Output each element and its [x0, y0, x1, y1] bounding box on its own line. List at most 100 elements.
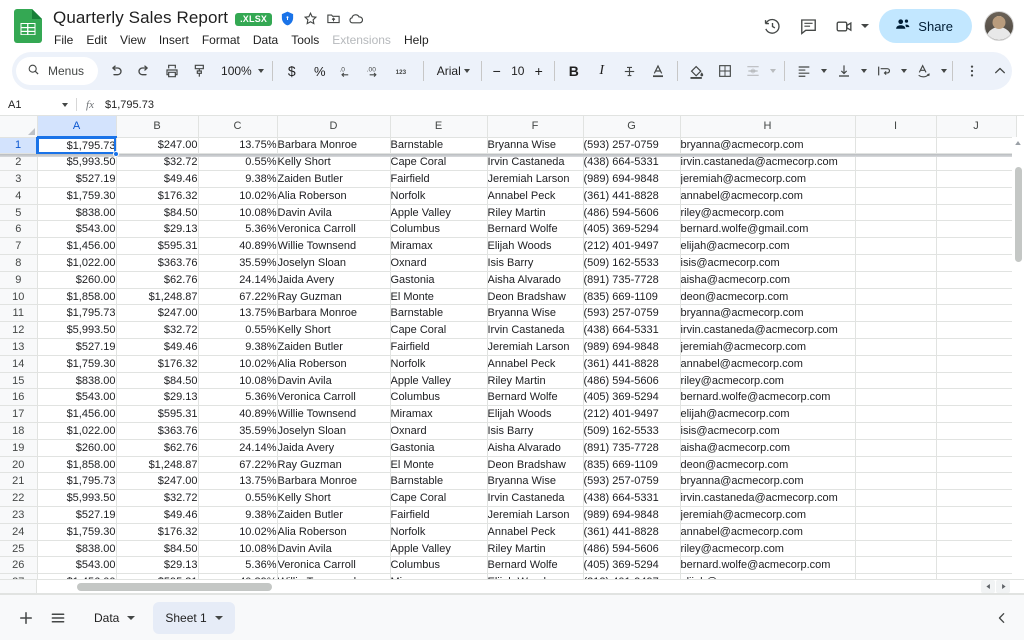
cell-I7[interactable]: [855, 238, 936, 255]
cell-G10[interactable]: (835) 669-1109: [583, 288, 680, 305]
cell-I19[interactable]: [855, 439, 936, 456]
cell-F4[interactable]: Annabel Peck: [487, 187, 583, 204]
cell-D25[interactable]: Davin Avila: [277, 540, 390, 557]
cell-I10[interactable]: [855, 288, 936, 305]
cell-J20[interactable]: [936, 456, 1016, 473]
cell-H15[interactable]: riley@acmecorp.com: [680, 372, 855, 389]
cell-B6[interactable]: $29.13: [116, 221, 198, 238]
cell-H23[interactable]: jeremiah@acmecorp.com: [680, 507, 855, 524]
decrease-decimal-button[interactable]: .0: [334, 57, 362, 85]
cell-D14[interactable]: Alia Roberson: [277, 355, 390, 372]
cell-D13[interactable]: Zaiden Butler: [277, 339, 390, 356]
cell-F9[interactable]: Aisha Alvarado: [487, 271, 583, 288]
scroll-up-arrow[interactable]: [1012, 137, 1024, 149]
cell-E19[interactable]: Gastonia: [390, 439, 487, 456]
cell-B21[interactable]: $247.00: [116, 473, 198, 490]
cell-I17[interactable]: [855, 406, 936, 423]
cell-E1[interactable]: Barnstable: [390, 137, 487, 154]
row-header-10[interactable]: 10: [0, 288, 37, 305]
cell-H20[interactable]: deon@acmecorp.com: [680, 456, 855, 473]
cell-F25[interactable]: Riley Martin: [487, 540, 583, 557]
vertical-scroll-thumb[interactable]: [1015, 167, 1022, 262]
cell-D1[interactable]: Barbara Monroe: [277, 137, 390, 154]
cell-H17[interactable]: elijah@acmecorp.com: [680, 406, 855, 423]
cell-A16[interactable]: $543.00: [37, 389, 116, 406]
row-header-23[interactable]: 23: [0, 507, 37, 524]
cell-H7[interactable]: elijah@acmecorp.com: [680, 238, 855, 255]
cell-F11[interactable]: Bryanna Wise: [487, 305, 583, 322]
cell-C15[interactable]: 10.08%: [198, 372, 277, 389]
cell-G19[interactable]: (891) 735-7728: [583, 439, 680, 456]
cell-G25[interactable]: (486) 594-5606: [583, 540, 680, 557]
share-button[interactable]: Share: [879, 9, 972, 43]
cell-B20[interactable]: $1,248.87: [116, 456, 198, 473]
menu-data[interactable]: Data: [253, 33, 278, 47]
cell-C10[interactable]: 67.22%: [198, 288, 277, 305]
cell-D8[interactable]: Joselyn Sloan: [277, 255, 390, 272]
cell-F24[interactable]: Annabel Peck: [487, 523, 583, 540]
cell-C26[interactable]: 5.36%: [198, 557, 277, 574]
cell-B12[interactable]: $32.72: [116, 322, 198, 339]
cell-B19[interactable]: $62.76: [116, 439, 198, 456]
cell-G16[interactable]: (405) 369-5294: [583, 389, 680, 406]
cell-F14[interactable]: Annabel Peck: [487, 355, 583, 372]
row-header-14[interactable]: 14: [0, 355, 37, 372]
cell-E18[interactable]: Oxnard: [390, 423, 487, 440]
cell-F26[interactable]: Bernard Wolfe: [487, 557, 583, 574]
cell-C11[interactable]: 13.75%: [198, 305, 277, 322]
cell-A26[interactable]: $543.00: [37, 557, 116, 574]
fill-color-icon[interactable]: [683, 57, 711, 85]
cell-D4[interactable]: Alia Roberson: [277, 187, 390, 204]
cell-C23[interactable]: 9.38%: [198, 507, 277, 524]
cell-J8[interactable]: [936, 255, 1016, 272]
cell-A6[interactable]: $543.00: [37, 221, 116, 238]
cell-E26[interactable]: Columbus: [390, 557, 487, 574]
cell-J22[interactable]: [936, 490, 1016, 507]
cell-B4[interactable]: $176.32: [116, 187, 198, 204]
cell-A10[interactable]: $1,858.00: [37, 288, 116, 305]
cell-I24[interactable]: [855, 523, 936, 540]
menu-help[interactable]: Help: [404, 33, 429, 47]
cell-I3[interactable]: [855, 171, 936, 188]
scroll-right-arrow[interactable]: [996, 580, 1010, 593]
cell-J9[interactable]: [936, 271, 1016, 288]
cell-F10[interactable]: Deon Bradshaw: [487, 288, 583, 305]
menu-format[interactable]: Format: [202, 33, 240, 47]
row-header-7[interactable]: 7: [0, 238, 37, 255]
cell-I14[interactable]: [855, 355, 936, 372]
chevron-down-icon[interactable]: [861, 69, 867, 73]
cell-F15[interactable]: Riley Martin: [487, 372, 583, 389]
cell-B15[interactable]: $84.50: [116, 372, 198, 389]
cell-I8[interactable]: [855, 255, 936, 272]
cell-D17[interactable]: Willie Townsend: [277, 406, 390, 423]
cell-H22[interactable]: irvin.castaneda@acmecorp.com: [680, 490, 855, 507]
menus-search-button[interactable]: Menus: [16, 57, 98, 85]
cell-J25[interactable]: [936, 540, 1016, 557]
cell-E5[interactable]: Apple Valley: [390, 204, 487, 221]
cell-H25[interactable]: riley@acmecorp.com: [680, 540, 855, 557]
cell-G23[interactable]: (989) 694-9848: [583, 507, 680, 524]
row-header-22[interactable]: 22: [0, 490, 37, 507]
cell-A13[interactable]: $527.19: [37, 339, 116, 356]
cell-I5[interactable]: [855, 204, 936, 221]
cell-B16[interactable]: $29.13: [116, 389, 198, 406]
cell-A18[interactable]: $1,022.00: [37, 423, 116, 440]
cell-E7[interactable]: Miramax: [390, 238, 487, 255]
cell-J5[interactable]: [936, 204, 1016, 221]
cell-C24[interactable]: 10.02%: [198, 523, 277, 540]
row-header-19[interactable]: 19: [0, 439, 37, 456]
cell-E4[interactable]: Norfolk: [390, 187, 487, 204]
cell-A22[interactable]: $5,993.50: [37, 490, 116, 507]
select-all-corner[interactable]: [0, 116, 37, 137]
cell-B23[interactable]: $49.46: [116, 507, 198, 524]
row-header-15[interactable]: 15: [0, 372, 37, 389]
cell-F20[interactable]: Deon Bradshaw: [487, 456, 583, 473]
scroll-left-arrow[interactable]: [981, 580, 995, 593]
cell-F13[interactable]: Jeremiah Larson: [487, 339, 583, 356]
horizontal-scroll-thumb[interactable]: [77, 583, 272, 591]
column-header-a[interactable]: A: [37, 116, 116, 137]
cell-B9[interactable]: $62.76: [116, 271, 198, 288]
cell-G12[interactable]: (438) 664-5331: [583, 322, 680, 339]
cell-J26[interactable]: [936, 557, 1016, 574]
chevron-down-icon[interactable]: [215, 616, 223, 620]
